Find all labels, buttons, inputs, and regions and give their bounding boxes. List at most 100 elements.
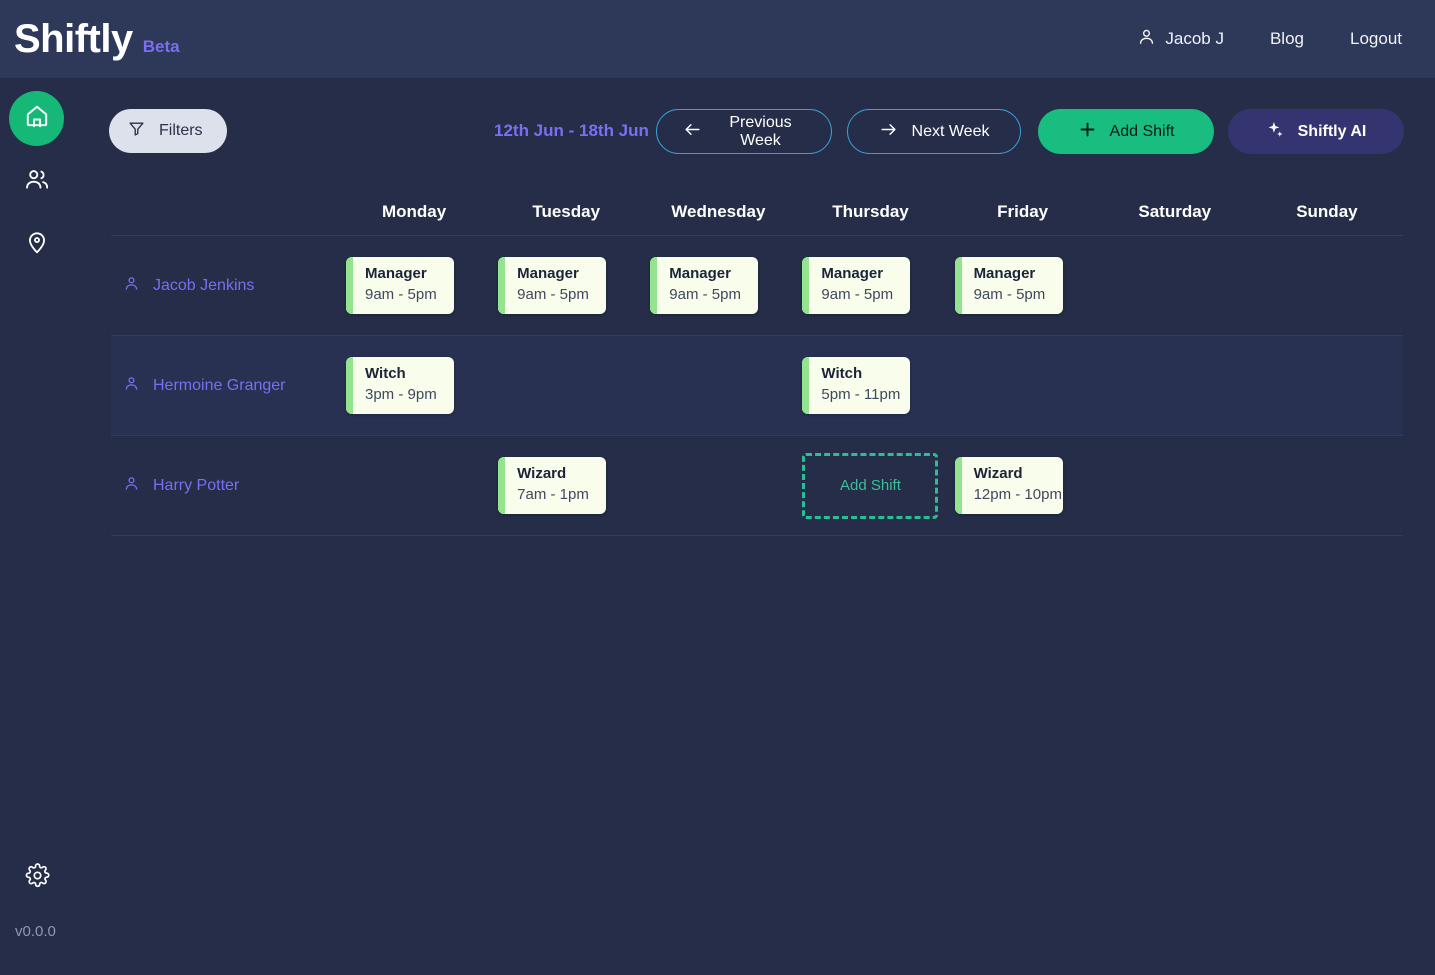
sidebar-item-settings[interactable] — [22, 863, 52, 893]
day-label: Sunday — [1296, 201, 1358, 221]
arrow-left-icon — [683, 120, 702, 144]
day-header-wednesday: Wednesday — [642, 202, 794, 222]
shift-cell — [1251, 457, 1403, 514]
day-header-friday: Friday — [947, 202, 1099, 222]
home-icon — [24, 103, 50, 134]
shift-card[interactable]: Manager 9am - 5pm — [498, 257, 607, 314]
person-icon — [123, 275, 140, 297]
day-header-sunday: Sunday — [1251, 202, 1403, 222]
shift-role: Wizard — [973, 465, 1023, 482]
funnel-icon — [128, 120, 145, 142]
add-shift-slot-label: Add Shift — [839, 477, 901, 494]
person-icon — [123, 475, 140, 497]
filters-button[interactable]: Filters — [109, 109, 227, 153]
nav-blog[interactable]: Blog — [1270, 29, 1304, 49]
shiftly-ai-button[interactable]: Shiftly AI — [1228, 109, 1404, 154]
shift-cell: Manager 9am - 5pm — [947, 257, 1099, 314]
shift-cell: Witch 5pm - 11pm — [794, 357, 946, 414]
empty-shift-slot[interactable] — [1107, 357, 1215, 414]
shift-role: Witch — [821, 365, 863, 382]
employee-name: Harry Potter — [153, 476, 240, 494]
shift-cell: Wizard 7am - 1pm — [490, 457, 642, 514]
shift-card[interactable]: Wizard 12pm - 10pm — [954, 457, 1063, 514]
shift-time: 12pm - 10pm — [973, 486, 1062, 503]
shift-role: Wizard — [517, 465, 567, 482]
shift-card[interactable]: Wizard 7am - 1pm — [498, 457, 607, 514]
shift-cell: Add Shift — [794, 452, 946, 519]
add-shift-label: Add Shift — [1109, 122, 1175, 140]
empty-shift-slot[interactable] — [1107, 457, 1215, 514]
schedule-grid: Monday Tuesday Wednesday Thursday Friday… — [111, 188, 1403, 536]
day-header-thursday: Thursday — [794, 202, 946, 222]
shift-card[interactable]: Witch 3pm - 9pm — [346, 357, 454, 414]
day-header-saturday: Saturday — [1099, 202, 1251, 222]
shift-cell: Witch 3pm - 9pm — [338, 357, 490, 414]
shift-time: 9am - 5pm — [669, 286, 741, 303]
empty-shift-slot[interactable] — [1107, 257, 1215, 314]
employee-cell[interactable]: Jacob Jenkins — [111, 275, 338, 297]
schedule-toolbar: Filters 12th Jun - 18th Jun Previous Wee… — [75, 78, 1435, 154]
nav-logout[interactable]: Logout — [1350, 29, 1402, 49]
shift-card[interactable]: Manager 9am - 5pm — [802, 257, 911, 314]
day-label: Wednesday — [671, 201, 766, 221]
day-label: Saturday — [1138, 201, 1212, 221]
previous-week-button[interactable]: Previous Week — [656, 109, 832, 154]
shift-time: 7am - 1pm — [517, 486, 589, 503]
shift-cell — [338, 457, 490, 514]
shift-role: Manager — [365, 265, 427, 282]
employee-cell[interactable]: Harry Potter — [111, 475, 338, 497]
empty-shift-slot[interactable] — [1259, 357, 1367, 414]
next-week-button[interactable]: Next Week — [847, 109, 1021, 154]
shift-card[interactable]: Manager 9am - 5pm — [346, 257, 454, 314]
shift-card[interactable]: Manager 9am - 5pm — [954, 257, 1063, 314]
day-header-monday: Monday — [338, 202, 490, 222]
empty-shift-slot[interactable] — [1259, 457, 1367, 514]
next-week-label: Next Week — [911, 122, 990, 140]
empty-shift-slot[interactable] — [650, 457, 758, 514]
shift-cell — [1099, 357, 1251, 414]
brand-logo[interactable]: Shiftly Beta — [14, 17, 180, 62]
shift-card[interactable]: Witch 5pm - 11pm — [802, 357, 911, 414]
brand-name: Shiftly — [14, 16, 133, 61]
sparkles-icon — [1266, 120, 1285, 144]
shift-cell: Manager 9am - 5pm — [642, 257, 794, 314]
shift-cell — [1251, 357, 1403, 414]
empty-shift-slot[interactable] — [346, 457, 454, 514]
empty-shift-slot[interactable] — [955, 357, 1063, 414]
day-label: Tuesday — [532, 201, 601, 221]
shift-card[interactable]: Manager 9am - 5pm — [650, 257, 759, 314]
sidebar-item-locations[interactable] — [22, 229, 52, 259]
shift-cell — [1251, 257, 1403, 314]
day-header-tuesday: Tuesday — [490, 202, 642, 222]
shift-cell: Manager 9am - 5pm — [338, 257, 490, 314]
employee-cell[interactable]: Hermoine Granger — [111, 375, 338, 397]
people-icon — [24, 166, 50, 197]
main-content: Filters 12th Jun - 18th Jun Previous Wee… — [75, 78, 1435, 975]
filters-label: Filters — [159, 122, 203, 139]
empty-shift-slot[interactable] — [1259, 257, 1367, 314]
shift-time: 9am - 5pm — [365, 286, 437, 303]
gear-icon — [25, 863, 50, 893]
shift-role: Manager — [669, 265, 731, 282]
nav-logout-label: Logout — [1350, 29, 1402, 48]
shift-cell: Manager 9am - 5pm — [490, 257, 642, 314]
previous-week-label: Previous Week — [729, 113, 792, 149]
person-icon — [123, 375, 140, 397]
shift-time: 5pm - 11pm — [821, 386, 901, 403]
shift-time: 3pm - 9pm — [365, 386, 437, 403]
add-shift-slot[interactable]: Add Shift — [802, 452, 939, 519]
empty-shift-slot[interactable] — [498, 357, 606, 414]
nav-user-account[interactable]: Jacob J — [1137, 27, 1224, 51]
nav-blog-label: Blog — [1269, 29, 1304, 48]
shift-time: 9am - 5pm — [973, 286, 1046, 303]
day-label: Friday — [997, 201, 1049, 221]
shift-cell — [642, 357, 794, 414]
nav-user-label: Jacob J — [1165, 29, 1224, 48]
empty-shift-slot[interactable] — [650, 357, 758, 414]
schedule-rows: Jacob Jenkins Manager 9am - 5pm Manager 9am … — [111, 236, 1403, 536]
sidebar-item-people[interactable] — [22, 166, 52, 196]
shift-cell — [490, 357, 642, 414]
sidebar-item-home[interactable] — [9, 91, 64, 146]
shift-role: Manager — [517, 265, 579, 282]
add-shift-button[interactable]: Add Shift — [1038, 109, 1214, 154]
